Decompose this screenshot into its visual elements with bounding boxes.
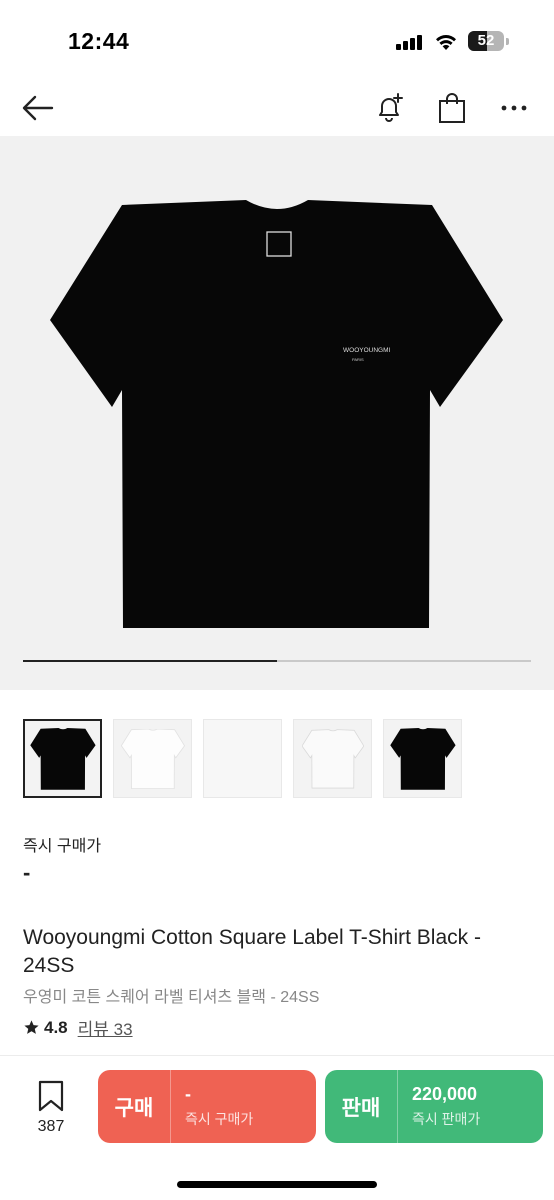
carousel-progress xyxy=(23,660,531,662)
shirt-logo: WOOYOUNGMI xyxy=(343,347,390,354)
sell-price-caption: 즉시 판매가 xyxy=(412,1111,481,1127)
bell-plus-icon[interactable] xyxy=(370,88,410,128)
shopping-bag-icon[interactable] xyxy=(432,88,472,128)
sell-button[interactable]: 판매 220,000 즉시 판매가 xyxy=(325,1070,543,1143)
divider xyxy=(0,1055,554,1056)
rating-value: 4.8 xyxy=(44,1017,68,1037)
rating-row: 4.8 리뷰 33 xyxy=(23,1015,133,1040)
buy-button-label: 구매 xyxy=(114,1096,154,1120)
bookmark-button[interactable]: 387 xyxy=(30,1080,72,1136)
thumbnail-white-tshirt[interactable] xyxy=(113,719,192,798)
buy-button[interactable]: 구매 - 즉시 구매가 xyxy=(98,1070,316,1143)
status-time: 12:44 xyxy=(68,28,130,54)
product-image-carousel[interactable]: WOOYOUNGMI PARIS xyxy=(0,136,554,690)
cellular-signal-icon xyxy=(396,34,422,50)
sell-price: 220,000 xyxy=(412,1084,478,1104)
thumbnail-white-tshirt-worn[interactable] xyxy=(293,719,372,798)
product-title-korean: 우영미 코튼 스퀘어 라벨 티셔츠 블랙 - 24SS xyxy=(23,989,320,1006)
bookmark-count: 387 xyxy=(37,1118,65,1135)
top-navigation xyxy=(0,80,554,136)
more-icon[interactable] xyxy=(494,88,534,128)
wifi-icon xyxy=(436,34,456,50)
back-arrow-icon[interactable] xyxy=(18,88,58,128)
status-bar: 12:44 52 xyxy=(0,0,554,80)
product-title-english: Wooyoungmi Cotton Square Label T-Shirt B… xyxy=(23,926,481,977)
thumbnail-black-tshirt[interactable] xyxy=(23,719,102,798)
battery-icon: 52 xyxy=(468,31,504,51)
buy-button-info: - 즉시 구매가 xyxy=(171,1084,253,1129)
sell-button-info: 220,000 즉시 판매가 xyxy=(398,1084,480,1129)
instant-buy-price-label: 즉시 구매가 xyxy=(23,838,102,855)
thumbnail-black-tshirt-2[interactable] xyxy=(383,719,462,798)
battery-level: 52 xyxy=(477,32,495,49)
home-indicator[interactable] xyxy=(177,1181,377,1188)
thumbnail-blank[interactable] xyxy=(203,719,282,798)
bookmark-icon xyxy=(38,1080,64,1112)
carousel-progress-fill xyxy=(23,660,277,662)
instant-buy-price-value: - xyxy=(23,860,31,885)
star-icon xyxy=(24,1020,39,1034)
thumbnail-strip xyxy=(23,719,533,798)
sell-button-label: 판매 xyxy=(341,1096,381,1120)
product-image: WOOYOUNGMI PARIS xyxy=(50,200,503,628)
review-link[interactable]: 리뷰 33 xyxy=(78,1015,133,1040)
battery-nub xyxy=(506,38,509,45)
buy-price: - xyxy=(185,1084,191,1104)
shirt-logo-sub: PARIS xyxy=(352,357,364,362)
buy-price-caption: 즉시 구매가 xyxy=(185,1111,254,1127)
